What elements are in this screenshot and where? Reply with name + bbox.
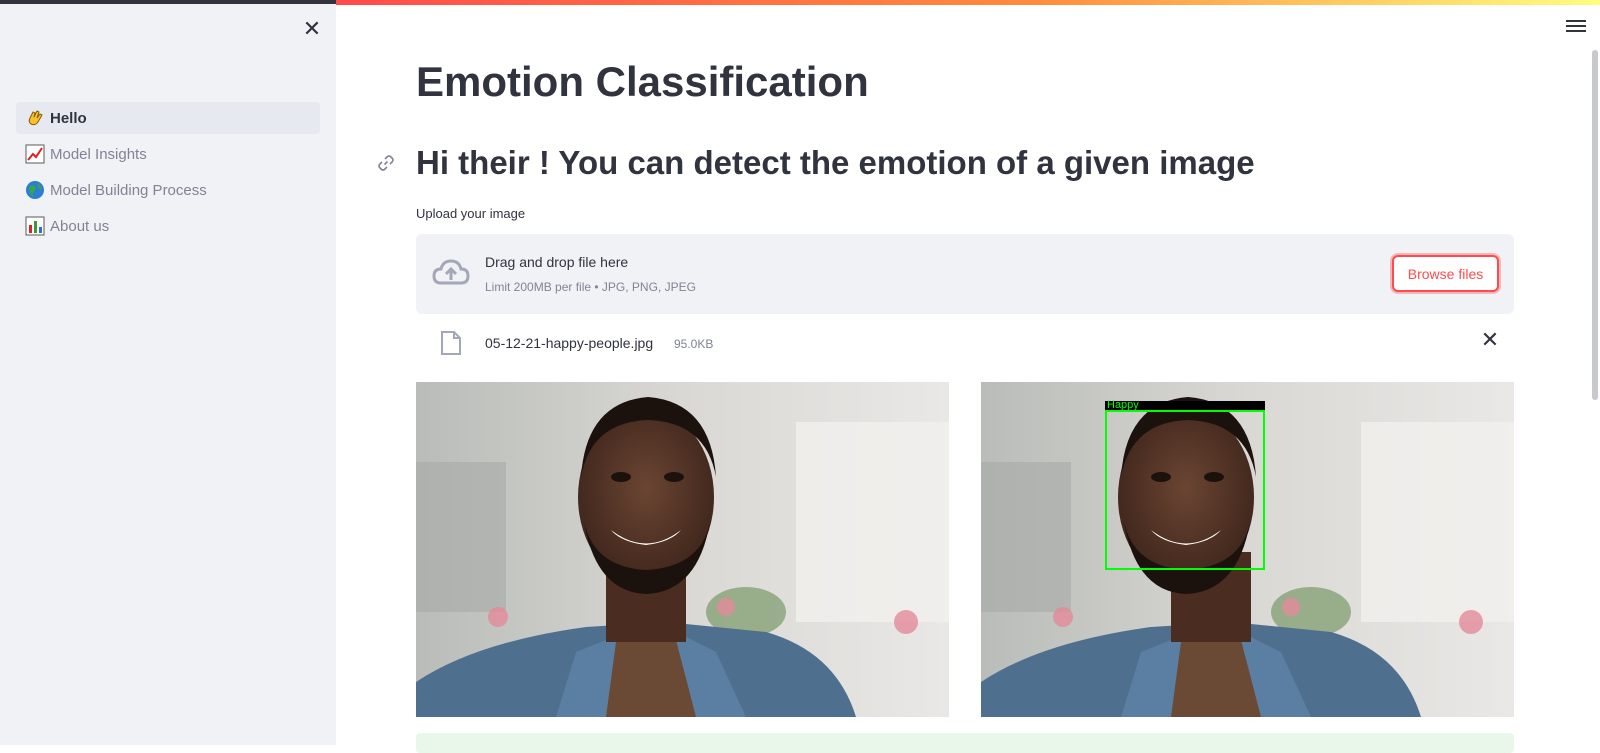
- file-size: 95.0KB: [674, 337, 714, 351]
- sidebar-item-label: Model Building Process: [50, 181, 207, 199]
- original-image: [416, 382, 949, 717]
- scrollbar[interactable]: [1592, 50, 1598, 400]
- remove-file-icon[interactable]: ✕: [1478, 328, 1502, 352]
- processed-image: Happy: [981, 382, 1514, 717]
- file-dropzone[interactable]: Drag and drop file here Limit 200MB per …: [416, 234, 1514, 314]
- file-icon: [440, 330, 462, 356]
- uploaded-file-row: 05-12-21-happy-people.jpg 95.0KB ✕: [416, 324, 1514, 364]
- anchor-link-icon[interactable]: [376, 153, 396, 173]
- face-detection-box: [1105, 410, 1265, 570]
- waving-hand-icon: [24, 107, 46, 129]
- sidebar-item-model-insights[interactable]: Model Insights: [16, 138, 320, 170]
- main-menu-icon[interactable]: [1566, 20, 1586, 38]
- browse-files-button[interactable]: Browse files: [1392, 255, 1499, 292]
- sidebar-item-model-building-process[interactable]: Model Building Process: [16, 174, 320, 206]
- result-alert: [416, 733, 1514, 753]
- sidebar-item-about-us[interactable]: About us: [16, 210, 320, 242]
- file-name: 05-12-21-happy-people.jpg: [485, 335, 654, 351]
- upload-label: Upload your image: [416, 206, 526, 221]
- sidebar-top-bar: [0, 0, 336, 4]
- bar-chart-icon: [24, 215, 46, 237]
- section-heading: Hi their ! You can detect the emotion of…: [416, 144, 1255, 181]
- cloud-upload-icon: [432, 256, 470, 290]
- dropzone-title: Drag and drop file here: [485, 254, 629, 270]
- dropzone-limit-text: Limit 200MB per file • JPG, PNG, JPEG: [485, 280, 696, 294]
- globe-icon: [24, 179, 46, 201]
- sidebar-item-label: Hello: [50, 109, 87, 127]
- sidebar-nav: Hello Model Insights Model Building Proc…: [16, 102, 320, 246]
- sidebar: ✕ Hello Model Insights Model Building Pr…: [0, 0, 336, 745]
- page-title: Emotion Classification: [416, 58, 869, 105]
- chart-increasing-icon: [24, 143, 46, 165]
- sidebar-item-label: About us: [50, 217, 110, 235]
- close-sidebar-icon[interactable]: ✕: [300, 17, 324, 41]
- sidebar-item-hello[interactable]: Hello: [16, 102, 320, 134]
- sidebar-item-label: Model Insights: [50, 145, 147, 163]
- header-decoration-bar: [336, 0, 1600, 5]
